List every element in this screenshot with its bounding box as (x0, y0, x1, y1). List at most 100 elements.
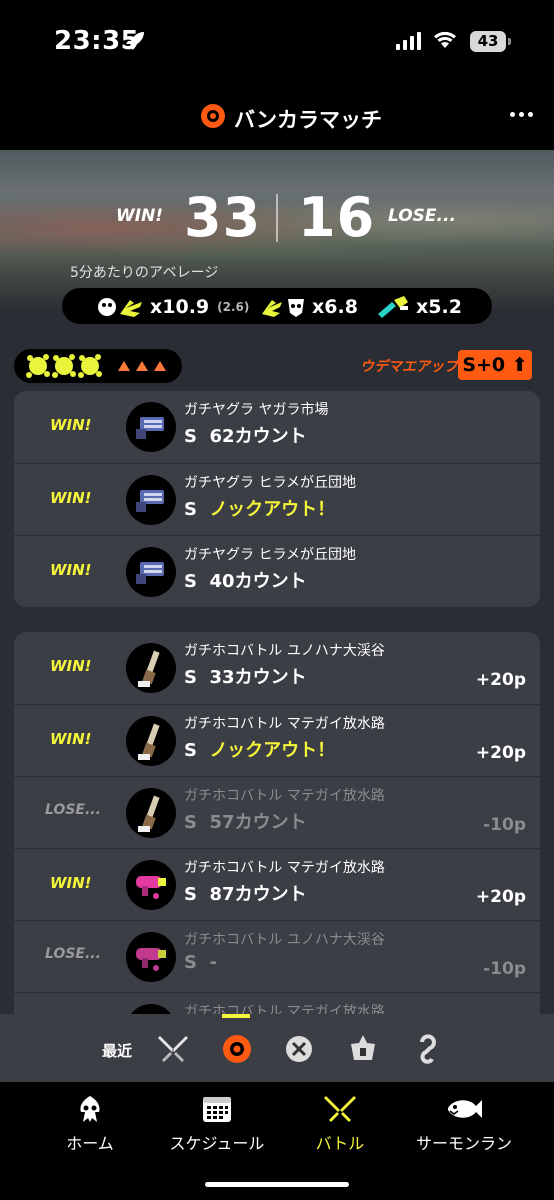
status-bar: 23:35 43 (0, 0, 554, 84)
points-delta: +20p (475, 743, 526, 763)
weapon-brush-icon (126, 716, 176, 766)
result-label: LOSE... (45, 802, 101, 818)
match-group-tower: WIN! ガチヤグラ ヤガラ市場 S 62カウント WIN! ガチヤグラ ヒラメ… (14, 391, 540, 607)
average-label: 5分あたりのアベレージ (70, 265, 219, 281)
result-label: WIN! (50, 730, 92, 748)
match-rank: S (184, 499, 197, 520)
score-divider (276, 194, 278, 242)
match-mode: ガチヤグラ ヒラメが丘団地 (184, 475, 357, 491)
result-label: WIN! (50, 874, 92, 892)
match-rank: S (184, 740, 197, 761)
points-delta: +20p (475, 887, 526, 907)
tab-home[interactable]: ホーム (60, 1094, 120, 1154)
battery-indicator: 43 (470, 31, 506, 52)
match-detail: S 62カウント (184, 422, 307, 448)
result-label: LOSE... (45, 946, 101, 962)
match-rank: S (184, 884, 197, 905)
match-mode: ガチホコバトル ユノハナ大渓谷 (184, 643, 385, 659)
bankara-emblem-icon (201, 104, 225, 128)
tab-battle[interactable]: バトル (310, 1094, 370, 1154)
match-row[interactable]: LOSE... ガチホコバトル ユノハナ大渓谷 S - -10p (14, 920, 540, 992)
match-knockout: ノックアウト！ (209, 740, 336, 761)
match-rank: S (184, 426, 197, 447)
match-count: 40カウント (209, 571, 307, 592)
weapon-splatling-icon (126, 402, 176, 452)
league-match-icon[interactable] (346, 1032, 380, 1066)
match-detail: S 40カウント (184, 567, 307, 593)
battle-history[interactable]: WIN! 33 16 LOSE... 5分あたりのアベレージ x10.9 (2.… (0, 150, 554, 1014)
match-mode: ガチホコバトル マテガイ放水路 (184, 716, 385, 732)
match-mode: ガチホコバトル マテガイ放水路 (184, 788, 385, 804)
specials-stat: x5.2 (374, 294, 462, 320)
match-count: 87カウント (209, 884, 307, 905)
match-row[interactable]: WIN! ガチヤグラ ヒラメが丘団地 S 40カウント (14, 535, 540, 607)
match-detail: S 33カウント (184, 663, 307, 689)
mode-filter-bar: 最近 (0, 1014, 554, 1082)
tab-battle-label: バトル (315, 1134, 365, 1153)
home-squid-icon (80, 1096, 100, 1122)
regular-battle-icon[interactable] (156, 1032, 190, 1066)
tab-home-label: ホーム (66, 1134, 114, 1153)
match-count: 62カウント (209, 426, 307, 447)
result-label: WIN! (50, 561, 92, 579)
deaths-stat: x6.8 (258, 294, 358, 320)
tab-salmon-run[interactable]: サーモンラン (414, 1094, 514, 1154)
kills-stat: x10.9 (2.6) (96, 294, 249, 320)
match-rank: S (184, 571, 197, 592)
result-label: WIN! (50, 657, 92, 675)
page-title: バンカラマッチ (234, 108, 383, 132)
match-mode: ガチホコバトル マテガイ放水路 (184, 860, 385, 876)
calendar-icon (203, 1097, 231, 1122)
lose-count: 16 (298, 186, 376, 249)
match-row[interactable]: WIN! ガチホコバトル ユノハナ大渓谷 S 33カウント +20p (14, 632, 540, 704)
home-indicator[interactable] (205, 1182, 349, 1187)
match-count: 57カウント (209, 812, 307, 833)
stats-pill: x10.9 (2.6) x6.8 x5.2 (62, 288, 492, 324)
special-weapon-icon (378, 296, 408, 318)
tab-salmon-run-label: サーモンラン (415, 1134, 512, 1153)
match-mode: ガチホコバトル マテガイ放水路 (184, 1004, 385, 1014)
rocket-icon (126, 32, 144, 50)
match-row[interactable]: WIN! ガチヤグラ ヒラメが丘団地 S ノックアウト！ (14, 463, 540, 535)
match-row[interactable]: WIN! ガチホコバトル マテガイ放水路 S 87カウント +20p (14, 848, 540, 920)
private-match-icon[interactable] (410, 1032, 444, 1066)
filter-recent[interactable]: 最近 (102, 1040, 132, 1061)
kill-icon (98, 298, 142, 317)
battle-icon (324, 1096, 356, 1122)
match-group-rainmaker: WIN! ガチホコバトル ユノハナ大渓谷 S 33カウント +20p WIN! … (14, 632, 540, 1014)
app-header: バンカラマッチ (0, 84, 554, 150)
tab-schedule[interactable]: スケジュール (162, 1094, 272, 1154)
weapon-splatling-icon (126, 475, 176, 525)
x-match-icon[interactable] (282, 1032, 316, 1066)
match-detail: S 57カウント (184, 808, 307, 834)
match-detail: S ノックアウト！ (184, 736, 335, 762)
points-delta: -10p (483, 959, 526, 979)
match-count: - (209, 952, 217, 973)
match-row[interactable]: WIN! ガチヤグラ ヤガラ市場 S 62カウント (14, 391, 540, 463)
match-mode: ガチホコバトル ユノハナ大渓谷 (184, 932, 385, 948)
points-delta: +20p (475, 670, 526, 690)
match-rank: S (184, 812, 197, 833)
battery-tip (508, 38, 511, 45)
match-row[interactable]: LOSE... ガチホコバトル マテガイ放水路 S 57カウント -10p (14, 776, 540, 848)
match-mode: ガチヤグラ ヒラメが丘団地 (184, 547, 357, 563)
more-options-button[interactable] (510, 112, 533, 117)
match-count: 33カウント (209, 667, 307, 688)
win-streak-badges (14, 349, 182, 383)
match-detail: S - (184, 952, 217, 973)
rank-up-label: ウデマエアップ! (360, 359, 465, 375)
death-icon (262, 299, 304, 317)
weapon-brush-icon (126, 643, 176, 693)
result-label: WIN! (50, 416, 92, 434)
result-label: WIN! (50, 489, 92, 507)
match-row[interactable]: WIN! ガチホコバトル マテガイ放水路 S ノックアウト！ +20p (14, 704, 540, 776)
weapon-brush-icon (126, 788, 176, 838)
weapon-blaster-icon (126, 860, 176, 910)
bankara-match-icon[interactable] (220, 1032, 254, 1066)
bottom-tab-bar: ホーム スケジュール バトル サーモンラン (0, 1082, 554, 1200)
assists-value: (2.6) (217, 300, 250, 314)
rank-badge-value: S+0 (462, 354, 506, 376)
lose-label: LOSE... (388, 206, 456, 226)
match-row[interactable]: ガチホコバトル マテガイ放水路 (14, 992, 540, 1014)
summary-banner: WIN! 33 16 LOSE... 5分あたりのアベレージ (0, 150, 554, 310)
